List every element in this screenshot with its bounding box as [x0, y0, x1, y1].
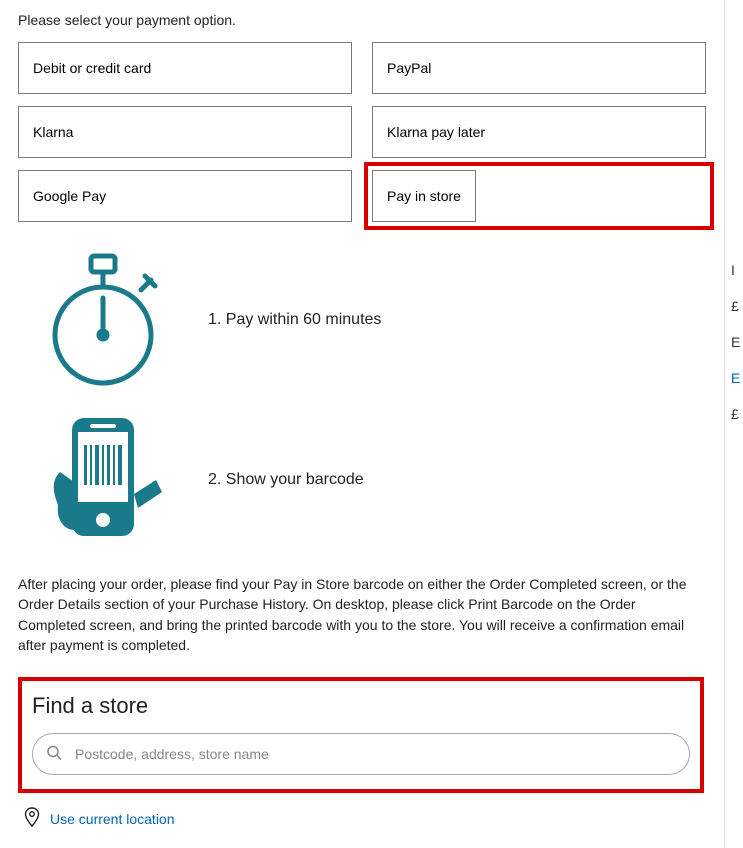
use-current-location-link[interactable]: Use current location [50, 811, 175, 827]
payment-option-debit-credit[interactable]: Debit or credit card [18, 42, 352, 94]
find-store-section: Find a store [18, 677, 704, 793]
payment-options-grid: Debit or credit card PayPal Klarna Klarn… [18, 42, 706, 222]
step-2-label: 2. Show your barcode [208, 471, 364, 489]
stopwatch-icon [38, 250, 168, 390]
find-store-heading: Find a store [32, 693, 690, 719]
payment-option-klarna-pay-later[interactable]: Klarna pay later [372, 106, 706, 158]
sidebar-summary-strip: I £ E E £ [731, 262, 743, 422]
sidebar-fragment: I [731, 262, 743, 278]
step-2: 2. Show your barcode [38, 410, 706, 550]
store-search-input[interactable] [32, 733, 690, 775]
sidebar-fragment: E [731, 334, 743, 350]
use-location-row: Use current location [18, 803, 706, 830]
step-1: 1. Pay within 60 minutes [38, 250, 706, 390]
payment-option-pay-in-store[interactable]: Pay in store [372, 170, 476, 222]
pay-in-store-instructions: After placing your order, please find yo… [18, 574, 706, 655]
payment-option-highlight: Pay in store [364, 162, 714, 230]
sidebar-fragment: £ [731, 406, 743, 422]
store-search-wrap [32, 733, 690, 775]
location-pin-icon [24, 807, 40, 830]
payment-option-klarna[interactable]: Klarna [18, 106, 352, 158]
sidebar-fragment: E [731, 370, 743, 386]
phone-barcode-icon [38, 410, 168, 550]
payment-option-paypal[interactable]: PayPal [372, 42, 706, 94]
step-1-label: 1. Pay within 60 minutes [208, 311, 381, 329]
payment-option-google-pay[interactable]: Google Pay [18, 170, 352, 222]
sidebar-fragment: £ [731, 298, 743, 314]
search-icon [46, 745, 62, 764]
pay-in-store-steps: 1. Pay within 60 minutes [38, 250, 706, 550]
page-heading: Please select your payment option. [18, 12, 706, 28]
